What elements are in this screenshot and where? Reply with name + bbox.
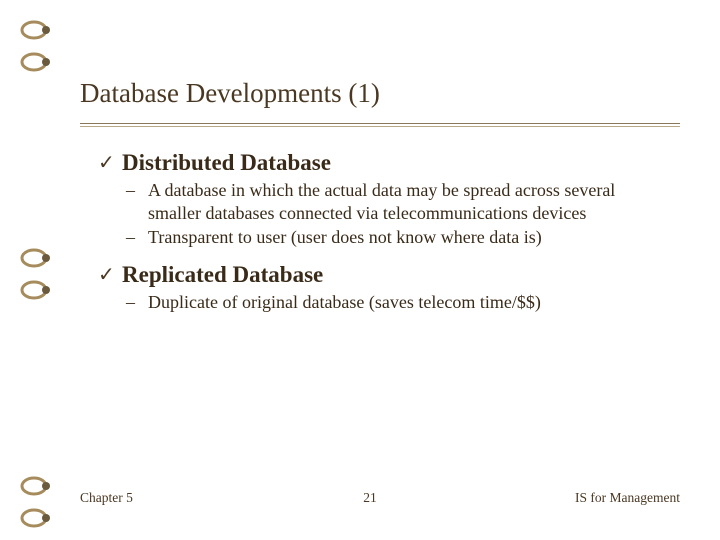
slide-content: Database Developments (1) ✓ Distributed …	[80, 78, 680, 326]
sub-item: – Transparent to user (user does not kno…	[126, 226, 680, 249]
footer-right: IS for Management	[500, 490, 680, 506]
ring-icon	[20, 476, 54, 496]
title-rule	[80, 123, 680, 124]
dash-icon: –	[126, 291, 140, 314]
binder-rings	[0, 0, 58, 540]
dash-icon: –	[126, 226, 140, 249]
sub-text: Duplicate of original database (saves te…	[148, 291, 541, 314]
title-rule-shadow	[80, 126, 680, 127]
footer-page-number: 21	[240, 490, 500, 506]
slide-footer: Chapter 5 21 IS for Management	[80, 490, 680, 506]
slide-title: Database Developments (1)	[80, 78, 680, 109]
sub-item: – A database in which the actual data ma…	[126, 179, 680, 225]
checkmark-icon: ✓	[98, 149, 116, 177]
sub-list: – A database in which the actual data ma…	[126, 179, 680, 249]
topic-item: ✓ Distributed Database	[98, 149, 680, 177]
sub-text: Transparent to user (user does not know …	[148, 226, 542, 249]
ring-icon	[20, 248, 54, 268]
ring-icon	[20, 20, 54, 40]
topic-heading: Replicated Database	[122, 261, 323, 289]
topic-heading: Distributed Database	[122, 149, 331, 177]
sub-item: – Duplicate of original database (saves …	[126, 291, 680, 314]
ring-icon	[20, 508, 54, 528]
ring-icon	[20, 280, 54, 300]
checkmark-icon: ✓	[98, 261, 116, 289]
footer-left: Chapter 5	[80, 490, 240, 506]
topic-item: ✓ Replicated Database	[98, 261, 680, 289]
sub-list: – Duplicate of original database (saves …	[126, 291, 680, 314]
sub-text: A database in which the actual data may …	[148, 179, 668, 225]
ring-icon	[20, 52, 54, 72]
dash-icon: –	[126, 179, 140, 202]
